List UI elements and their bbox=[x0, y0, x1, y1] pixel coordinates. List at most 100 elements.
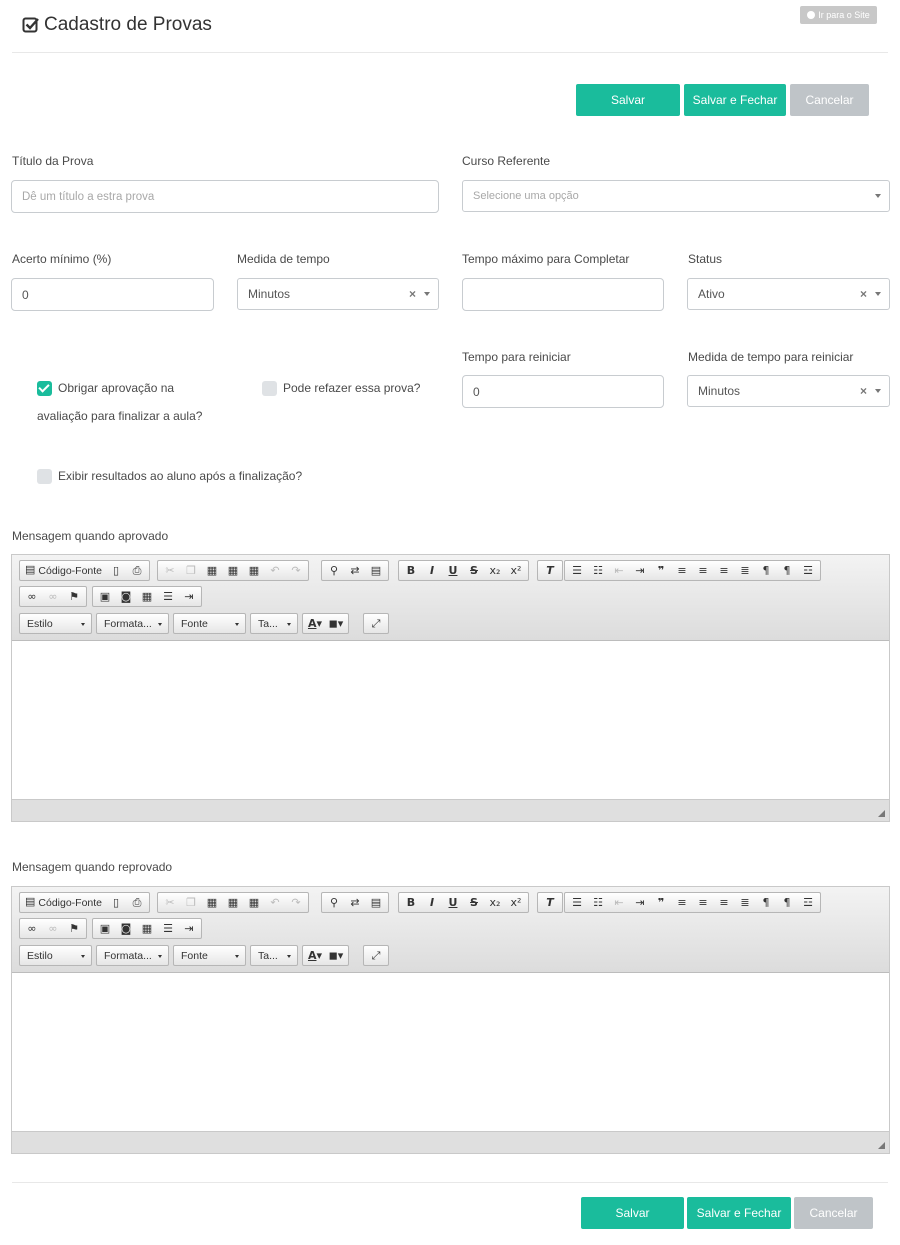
page-break-icon[interactable]: ⇥ bbox=[179, 920, 199, 937]
tempo-max-input[interactable] bbox=[462, 278, 664, 311]
status-select[interactable]: Ativo × bbox=[687, 278, 890, 310]
select-all-icon[interactable]: ▤ bbox=[366, 562, 386, 579]
acerto-input[interactable]: 0 bbox=[11, 278, 214, 311]
tempo-reiniciar-input[interactable]: 0 bbox=[462, 375, 664, 408]
editor-reprovado[interactable]: ▤ Código-Fonte ▯ ⎙ ✂ ❐ ▦ ▦ ▦ ↶ ↷ ⚲ ⇄ ▤ B … bbox=[11, 886, 890, 1154]
copy-icon[interactable]: ❐ bbox=[181, 562, 201, 579]
undo-icon[interactable]: ↶ bbox=[265, 562, 285, 579]
bulleted-list-icon[interactable]: ☷ bbox=[588, 894, 608, 911]
redo-icon[interactable]: ↷ bbox=[286, 562, 306, 579]
superscript-icon[interactable]: x² bbox=[506, 562, 526, 579]
size-combo[interactable]: Ta... bbox=[250, 945, 298, 966]
checkbox-checked-icon[interactable] bbox=[37, 381, 52, 396]
align-justify-icon[interactable]: ≣ bbox=[735, 894, 755, 911]
ltr-icon[interactable]: ¶ bbox=[756, 562, 776, 579]
indent-icon[interactable]: ⇥ bbox=[630, 562, 650, 579]
table-icon[interactable]: ▦ bbox=[137, 588, 157, 605]
checkbox-icon[interactable] bbox=[37, 469, 52, 484]
text-color-icon[interactable]: A ▾ bbox=[305, 615, 325, 632]
indent-icon[interactable]: ⇥ bbox=[630, 894, 650, 911]
clear-icon[interactable]: × bbox=[860, 287, 867, 301]
titulo-input[interactable]: Dê um título a estra prova bbox=[11, 180, 439, 213]
font-combo[interactable]: Fonte bbox=[173, 945, 246, 966]
paste-text-icon[interactable]: ▦ bbox=[223, 562, 243, 579]
bg-color-icon[interactable]: ◼▾ bbox=[326, 615, 346, 632]
outdent-icon[interactable]: ⇤ bbox=[609, 562, 629, 579]
remove-format-icon[interactable]: T bbox=[540, 562, 560, 579]
link-icon[interactable]: ∞ bbox=[22, 920, 42, 937]
source-button[interactable]: ▤ Código-Fonte bbox=[22, 894, 105, 911]
align-left-icon[interactable]: ≡ bbox=[672, 562, 692, 579]
align-left-icon[interactable]: ≡ bbox=[672, 894, 692, 911]
new-page-icon[interactable]: ▯ bbox=[106, 894, 126, 911]
align-center-icon[interactable]: ≡ bbox=[693, 894, 713, 911]
page-break-icon[interactable]: ⇥ bbox=[179, 588, 199, 605]
save-button-top[interactable]: Salvar bbox=[576, 84, 680, 116]
horizontal-rule-icon[interactable]: ☰ bbox=[158, 588, 178, 605]
maximize-icon[interactable]: ⤢ bbox=[366, 947, 386, 964]
bg-color-icon[interactable]: ◼▾ bbox=[326, 947, 346, 964]
medida-select[interactable]: Minutos × bbox=[237, 278, 439, 310]
clear-icon[interactable]: × bbox=[860, 384, 867, 398]
find-icon[interactable]: ⚲ bbox=[324, 562, 344, 579]
bold-icon[interactable]: B bbox=[401, 894, 421, 911]
text-color-icon[interactable]: A ▾ bbox=[305, 947, 325, 964]
unlink-icon[interactable]: ∞ bbox=[43, 588, 63, 605]
flash-icon[interactable]: ◙ bbox=[116, 588, 136, 605]
curso-select[interactable]: Selecione uma opção bbox=[462, 180, 890, 212]
maximize-icon[interactable]: ⤢ bbox=[366, 615, 386, 632]
find-icon[interactable]: ⚲ bbox=[324, 894, 344, 911]
paste-word-icon[interactable]: ▦ bbox=[244, 894, 264, 911]
editor-content[interactable] bbox=[12, 641, 889, 799]
subscript-icon[interactable]: x₂ bbox=[485, 562, 505, 579]
save-close-button-bottom[interactable]: Salvar e Fechar bbox=[687, 1197, 791, 1229]
cut-icon[interactable]: ✂ bbox=[160, 562, 180, 579]
align-center-icon[interactable]: ≡ bbox=[693, 562, 713, 579]
align-right-icon[interactable]: ≡ bbox=[714, 562, 734, 579]
cancel-button-bottom[interactable]: Cancelar bbox=[794, 1197, 873, 1229]
paste-word-icon[interactable]: ▦ bbox=[244, 562, 264, 579]
redo-icon[interactable]: ↷ bbox=[286, 894, 306, 911]
italic-icon[interactable]: I bbox=[422, 562, 442, 579]
replace-icon[interactable]: ⇄ bbox=[345, 562, 365, 579]
anchor-icon[interactable]: ⚑ bbox=[64, 588, 84, 605]
style-combo[interactable]: Estilo bbox=[19, 945, 92, 966]
editor-content[interactable] bbox=[12, 973, 889, 1131]
format-combo[interactable]: Formata... bbox=[96, 945, 169, 966]
resize-handle-icon[interactable] bbox=[878, 1142, 885, 1149]
rtl-icon[interactable]: ¶ bbox=[777, 562, 797, 579]
strike-icon[interactable]: S bbox=[464, 562, 484, 579]
image-icon[interactable]: ▣ bbox=[95, 920, 115, 937]
outdent-icon[interactable]: ⇤ bbox=[609, 894, 629, 911]
horizontal-rule-icon[interactable]: ☰ bbox=[158, 920, 178, 937]
undo-icon[interactable]: ↶ bbox=[265, 894, 285, 911]
font-combo[interactable]: Fonte bbox=[173, 613, 246, 634]
remove-format-icon[interactable]: T bbox=[540, 894, 560, 911]
anchor-icon[interactable]: ⚑ bbox=[64, 920, 84, 937]
language-icon[interactable]: ☲ bbox=[798, 562, 818, 579]
subscript-icon[interactable]: x₂ bbox=[485, 894, 505, 911]
paste-icon[interactable]: ▦ bbox=[202, 894, 222, 911]
rtl-icon[interactable]: ¶ bbox=[777, 894, 797, 911]
align-right-icon[interactable]: ≡ bbox=[714, 894, 734, 911]
strike-icon[interactable]: S bbox=[464, 894, 484, 911]
medida-reiniciar-select[interactable]: Minutos × bbox=[687, 375, 890, 407]
print-icon[interactable]: ⎙ bbox=[127, 894, 147, 911]
italic-icon[interactable]: I bbox=[422, 894, 442, 911]
ltr-icon[interactable]: ¶ bbox=[756, 894, 776, 911]
save-button-bottom[interactable]: Salvar bbox=[581, 1197, 684, 1229]
clear-icon[interactable]: × bbox=[409, 287, 416, 301]
new-page-icon[interactable]: ▯ bbox=[106, 562, 126, 579]
size-combo[interactable]: Ta... bbox=[250, 613, 298, 634]
exibir-checkbox[interactable]: Exibir resultados ao aluno após a finali… bbox=[37, 469, 302, 484]
paste-icon[interactable]: ▦ bbox=[202, 562, 222, 579]
style-combo[interactable]: Estilo bbox=[19, 613, 92, 634]
format-combo[interactable]: Formata... bbox=[96, 613, 169, 634]
cut-icon[interactable]: ✂ bbox=[160, 894, 180, 911]
print-icon[interactable]: ⎙ bbox=[127, 562, 147, 579]
obrigar-checkbox[interactable]: Obrigar aprovação na bbox=[37, 381, 174, 396]
language-icon[interactable]: ☲ bbox=[798, 894, 818, 911]
save-close-button-top[interactable]: Salvar e Fechar bbox=[684, 84, 786, 116]
numbered-list-icon[interactable]: ☰ bbox=[567, 894, 587, 911]
unlink-icon[interactable]: ∞ bbox=[43, 920, 63, 937]
